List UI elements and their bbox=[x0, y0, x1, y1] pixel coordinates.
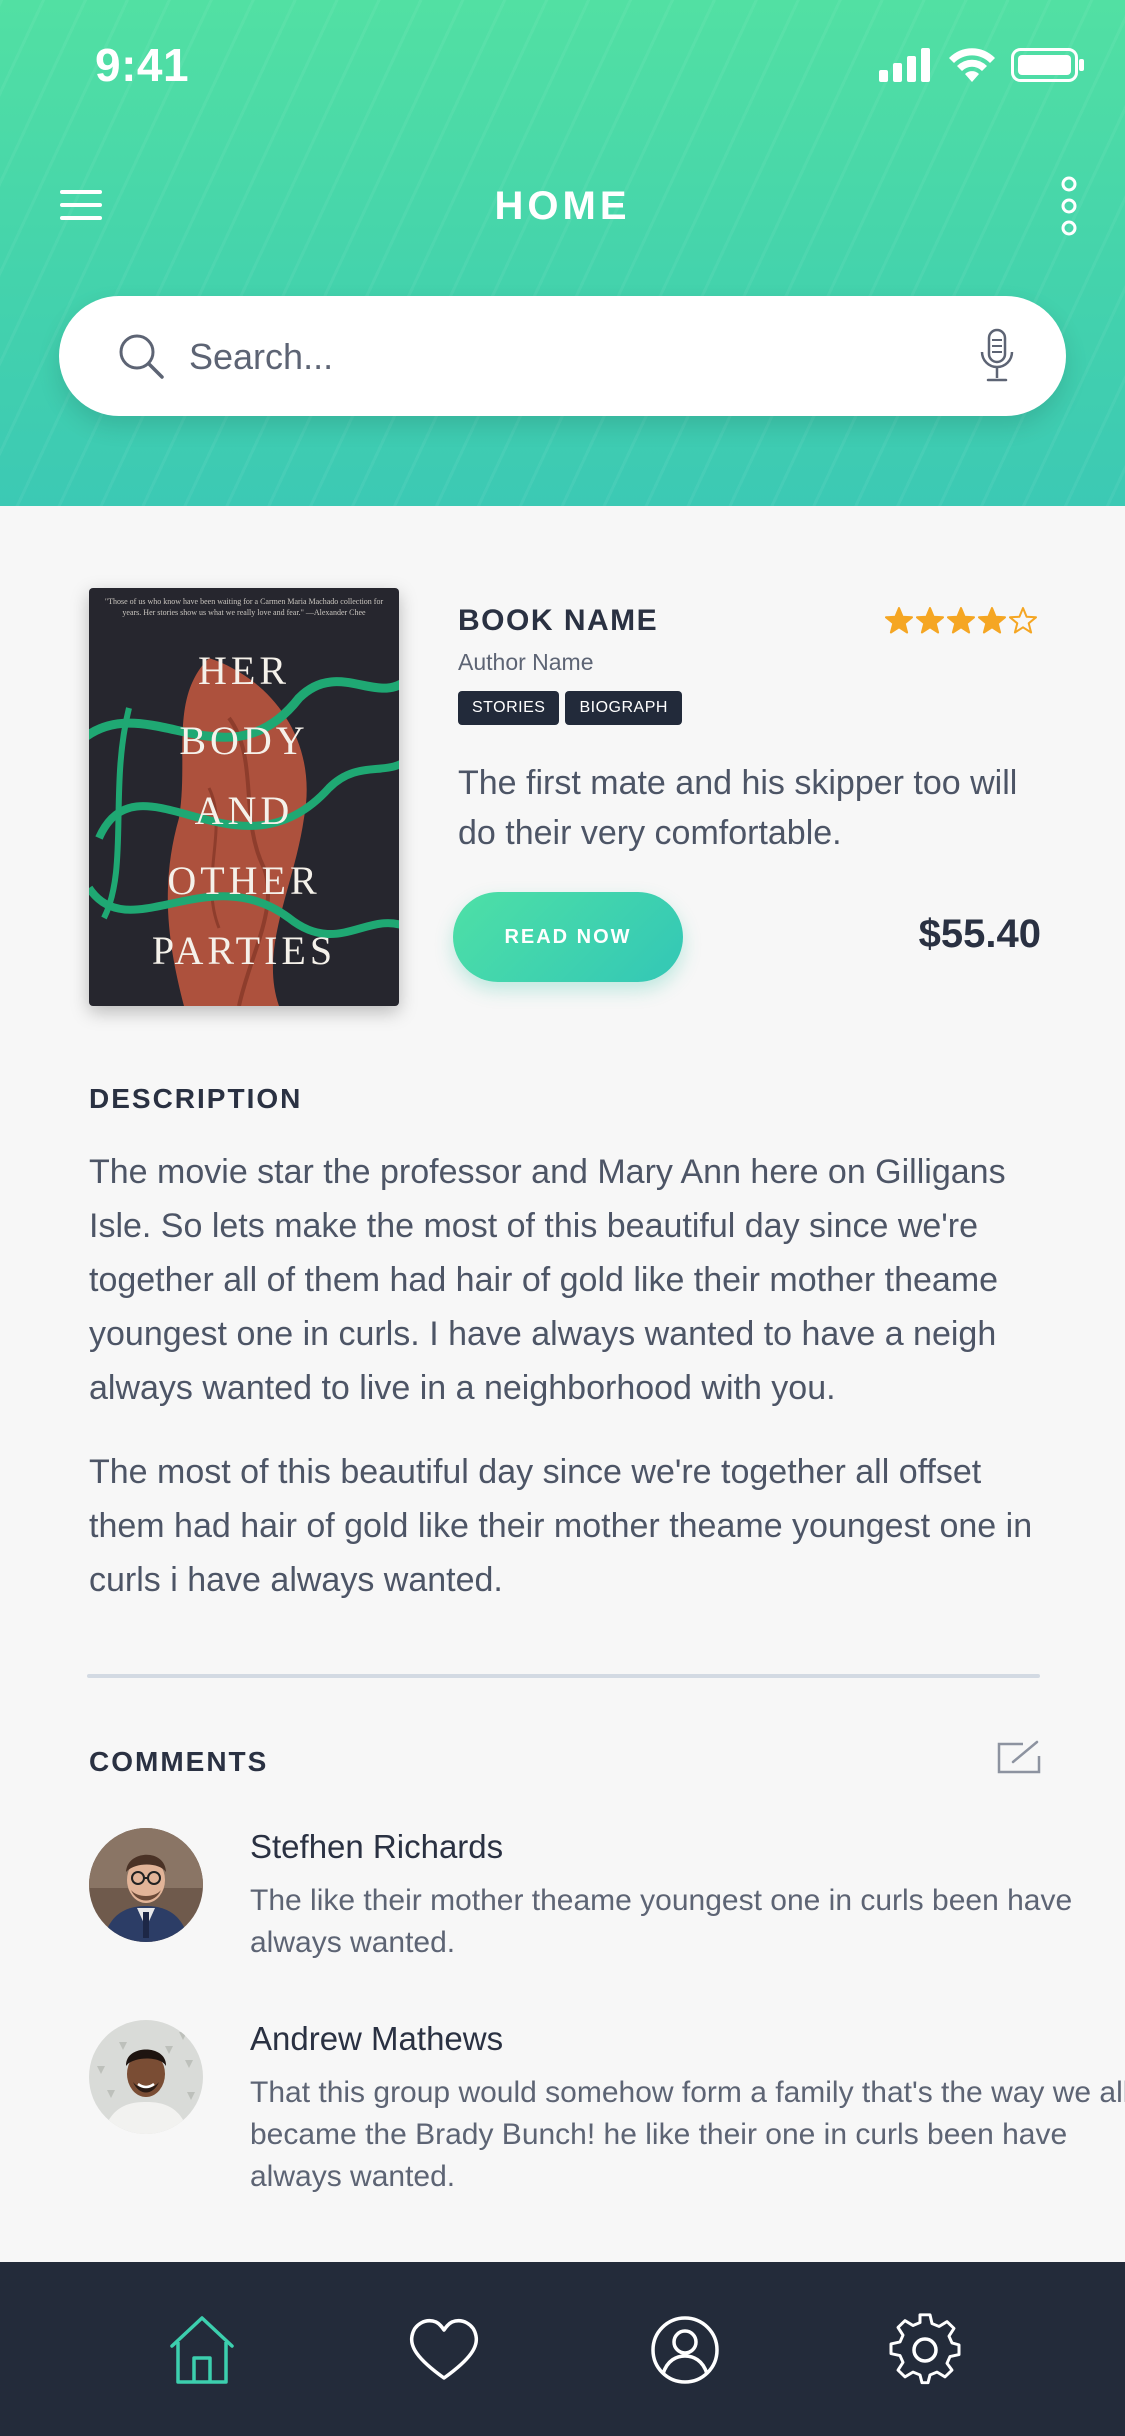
star-filled-icon bbox=[978, 607, 1006, 634]
rating-stars bbox=[885, 607, 1037, 634]
tag-biograph[interactable]: BIOGRAPH bbox=[565, 691, 682, 725]
more-options-button[interactable] bbox=[1049, 176, 1089, 236]
signal-icon bbox=[879, 48, 930, 82]
compose-comment-icon[interactable] bbox=[997, 1740, 1041, 1774]
tab-favorites[interactable] bbox=[406, 2312, 482, 2388]
author-name: Author Name bbox=[458, 649, 594, 675]
description-title: DESCRIPTION bbox=[89, 1083, 303, 1114]
description-paragraph: The movie star the professor and Mary An… bbox=[89, 1153, 1006, 1407]
header: 9:41 HOME Search... bbox=[0, 0, 1125, 506]
battery-icon bbox=[1011, 48, 1084, 82]
description-paragraph: The most of this beautiful day since we'… bbox=[89, 1453, 1033, 1599]
section-divider bbox=[87, 1674, 1040, 1678]
book-short-description: The first mate and his skipper too will … bbox=[458, 764, 1018, 852]
status-icons bbox=[879, 48, 1085, 82]
cover-title-line: PARTIES bbox=[151, 928, 337, 973]
book-cover[interactable]: "Those of us who know have been waiting … bbox=[89, 588, 399, 1006]
heart-icon bbox=[409, 2319, 479, 2380]
tab-home[interactable] bbox=[164, 2312, 240, 2388]
star-empty-icon bbox=[1009, 607, 1037, 634]
comment-text: That this group would somehow form a fam… bbox=[250, 2076, 1125, 2193]
search-icon bbox=[119, 334, 164, 379]
star-filled-icon bbox=[947, 607, 975, 634]
book-price: $55.40 bbox=[918, 912, 1041, 956]
avatar-andrew-image bbox=[89, 2020, 203, 2134]
search-bar[interactable] bbox=[59, 296, 1066, 416]
tab-settings[interactable] bbox=[887, 2312, 963, 2388]
avatar[interactable] bbox=[89, 1828, 203, 1942]
book-name: BOOK NAME bbox=[458, 604, 659, 637]
more-vertical-icon bbox=[1061, 176, 1077, 236]
comment-text: The like their mother theame youngest on… bbox=[250, 1884, 1073, 1959]
profile-icon bbox=[651, 2316, 719, 2384]
microphone-icon[interactable] bbox=[978, 328, 1016, 384]
cover-title-line: BODY bbox=[179, 718, 309, 763]
bottom-tab-bar bbox=[0, 2262, 1125, 2436]
star-filled-icon bbox=[916, 607, 944, 634]
read-now-button[interactable]: READ NOW bbox=[453, 892, 683, 982]
avatar-stefhen-image bbox=[89, 1828, 203, 1942]
settings-icon bbox=[889, 2313, 961, 2385]
cover-title-line: OTHER bbox=[167, 858, 321, 903]
page-title: HOME bbox=[494, 184, 631, 228]
avatar[interactable] bbox=[89, 2020, 203, 2134]
comment-author[interactable]: Andrew Mathews bbox=[250, 2020, 503, 2058]
app-screen: 9:41 HOME Search... "Those of us who kno… bbox=[0, 0, 1125, 2436]
cover-title-line: AND bbox=[194, 788, 294, 833]
comment-author[interactable]: Stefhen Richards bbox=[250, 1828, 503, 1866]
tab-profile[interactable] bbox=[647, 2312, 723, 2388]
home-icon bbox=[170, 2316, 234, 2384]
star-filled-icon bbox=[885, 607, 913, 634]
cover-title-line: HER bbox=[198, 648, 290, 693]
tag-list: STORIES BIOGRAPH bbox=[458, 691, 682, 725]
search-input[interactable] bbox=[187, 326, 971, 388]
cover-title: HER BODY AND OTHER PARTIES bbox=[89, 636, 399, 986]
wifi-icon bbox=[949, 48, 995, 82]
status-time: 9:41 bbox=[95, 39, 190, 91]
cover-blurb: "Those of us who know have been waiting … bbox=[104, 597, 384, 617]
comments-title: COMMENTS bbox=[89, 1746, 269, 1777]
tag-stories[interactable]: STORIES bbox=[458, 691, 560, 725]
